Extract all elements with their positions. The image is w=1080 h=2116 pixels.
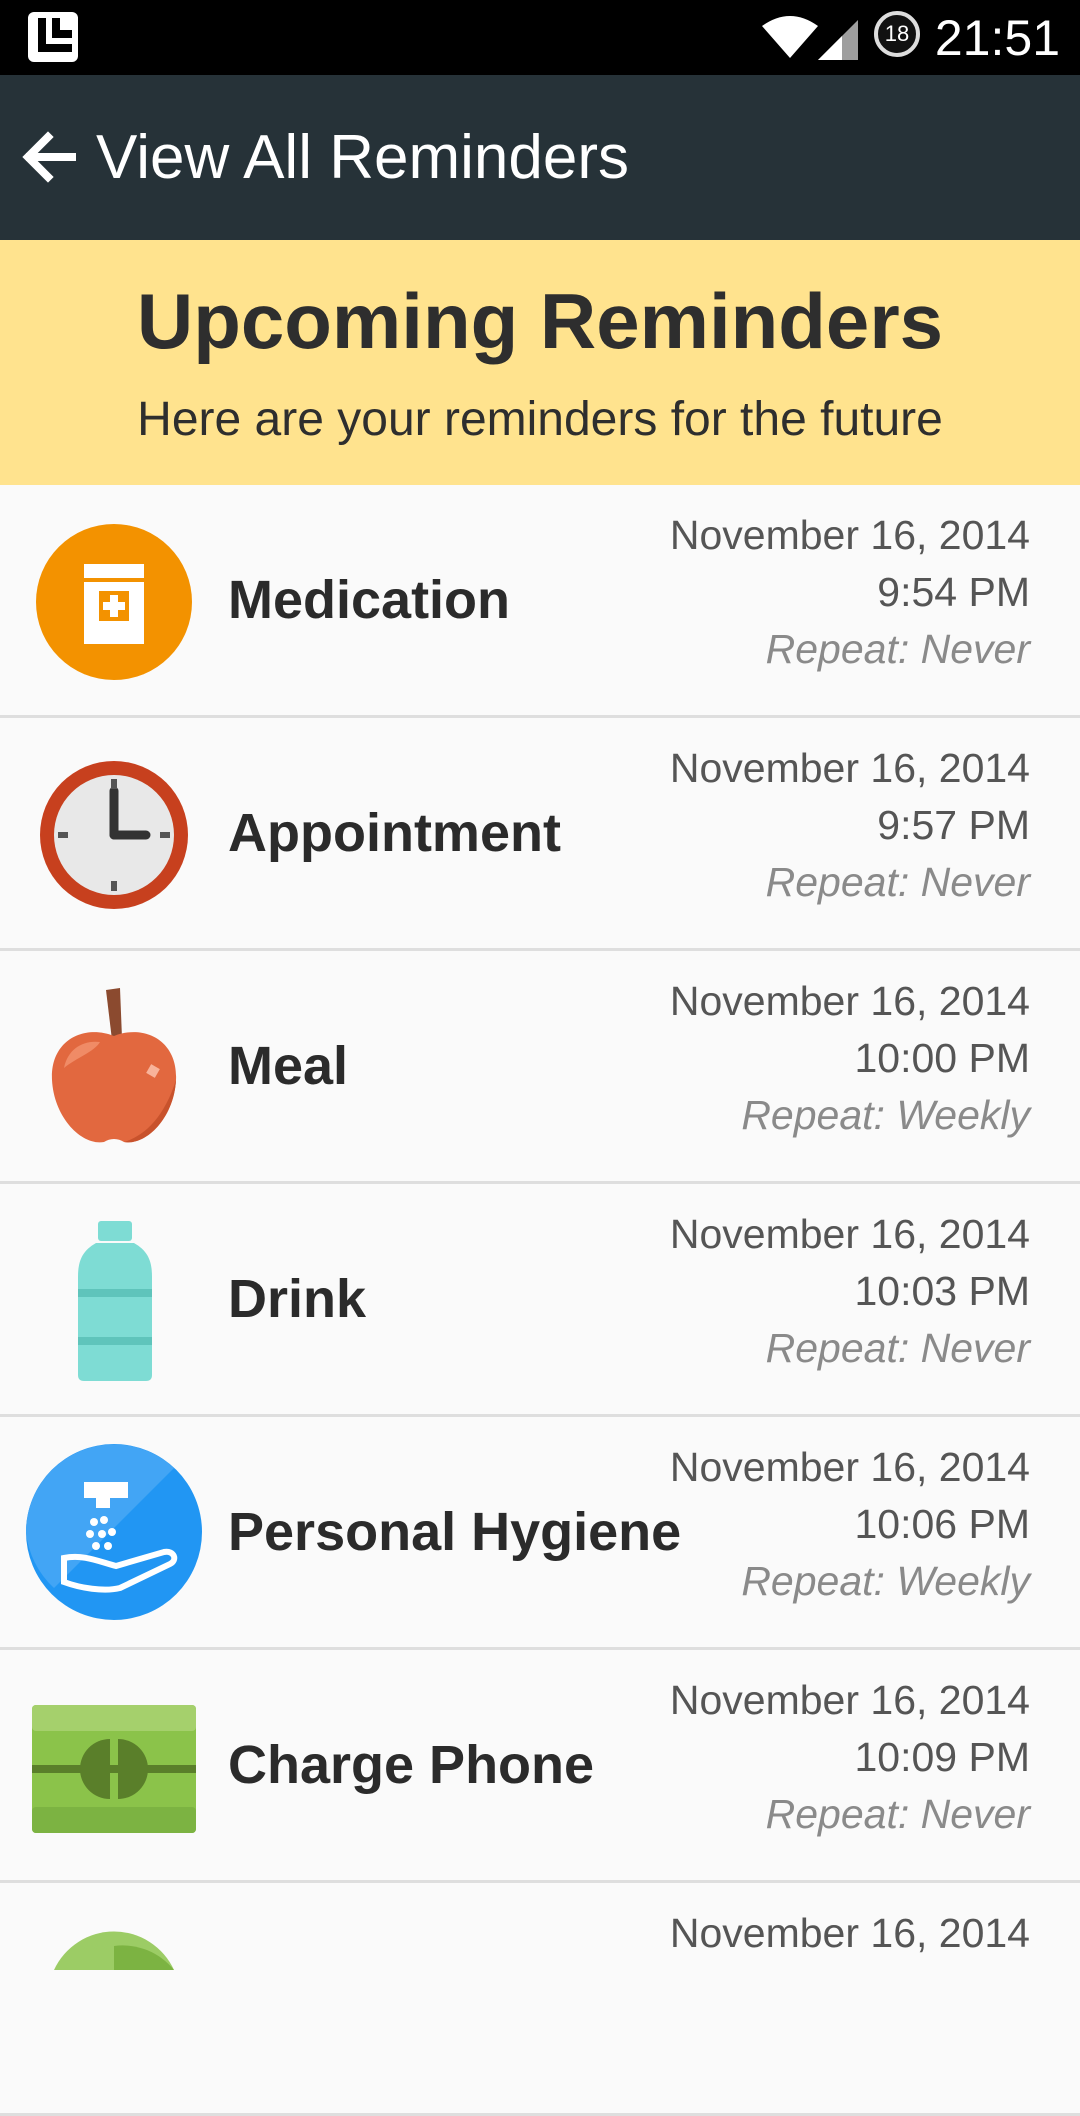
app-bar: View All Reminders [0, 75, 1080, 240]
hand-washing-icon [24, 1444, 204, 1620]
apple-icon [24, 988, 204, 1148]
reminder-row-charge-phone[interactable]: Charge Phone November 16, 2014 10:09 PM … [0, 1650, 1080, 1883]
reminder-time: 10:06 PM [854, 1501, 1031, 1547]
reminder-repeat: Repeat: Never [765, 1791, 1030, 1837]
water-bottle-icon [24, 1221, 204, 1381]
reminder-meta: November 16, 2014 9:54 PM Repeat: Never [670, 507, 1030, 678]
signal-icon [812, 18, 860, 62]
reminder-name: Charge Phone [228, 1735, 595, 1795]
reminder-time: 10:09 PM [854, 1734, 1031, 1780]
reminder-name: Appointment [228, 803, 561, 863]
reminder-meta: November 16, 2014 10:00 PM Repeat: Weekl… [670, 973, 1030, 1144]
reminder-row-appointment[interactable]: Appointment November 16, 2014 9:57 PM Re… [0, 718, 1080, 951]
upcoming-banner: Upcoming Reminders Here are your reminde… [0, 240, 1080, 485]
reminder-repeat: Repeat: Never [765, 859, 1030, 905]
reminder-row-personal-hygiene[interactable]: Personal Hygiene November 16, 2014 10:06… [0, 1417, 1080, 1650]
reminder-meta: November 16, 2014 [670, 1905, 1030, 1962]
banner-subheading: Here are your reminders for the future [137, 393, 943, 446]
reminder-repeat: Repeat: Never [765, 1325, 1030, 1371]
reminder-meta: November 16, 2014 10:03 PM Repeat: Never [670, 1206, 1030, 1377]
reminder-date: November 16, 2014 [669, 1677, 1030, 1723]
battery-plug-icon [24, 1687, 204, 1847]
reminder-row-medication[interactable]: Medication November 16, 2014 9:54 PM Rep… [0, 485, 1080, 718]
reminder-row-partial[interactable]: November 16, 2014 [0, 1883, 1080, 2116]
reminder-date: November 16, 2014 [669, 978, 1030, 1024]
partial-icon [24, 1920, 204, 2080]
notification-badge: 18 [874, 11, 920, 57]
reminder-date: November 16, 2014 [669, 745, 1030, 791]
reminder-date: November 16, 2014 [669, 512, 1030, 558]
reminder-name: Meal [228, 1036, 349, 1096]
reminder-repeat: Repeat: Never [765, 626, 1030, 672]
reminder-repeat: Repeat: Weekly [741, 1558, 1030, 1604]
app-icon [26, 10, 80, 64]
wifi-icon [760, 14, 820, 62]
status-bar: 18 21:51 [0, 0, 1080, 75]
reminder-name: Drink [228, 1269, 367, 1329]
reminder-meta: November 16, 2014 9:57 PM Repeat: Never [670, 740, 1030, 911]
reminder-name: Medication [228, 570, 511, 630]
banner-heading: Upcoming Reminders [136, 277, 944, 365]
medication-icon [24, 522, 204, 682]
reminder-repeat: Repeat: Weekly [741, 1092, 1030, 1138]
status-clock: 21:51 [934, 10, 1060, 66]
back-button[interactable] [12, 120, 86, 194]
reminder-row-meal[interactable]: Meal November 16, 2014 10:00 PM Repeat: … [0, 951, 1080, 1184]
reminder-meta: November 16, 2014 10:09 PM Repeat: Never [670, 1672, 1030, 1843]
reminder-name: Personal Hygiene [228, 1502, 682, 1562]
reminder-time: 10:03 PM [854, 1268, 1031, 1314]
reminder-time: 9:54 PM [877, 569, 1030, 615]
reminder-meta: November 16, 2014 10:06 PM Repeat: Weekl… [670, 1439, 1030, 1610]
reminder-date: November 16, 2014 [669, 1211, 1030, 1257]
reminder-time: 10:00 PM [854, 1035, 1031, 1081]
arrow-left-icon [22, 131, 76, 183]
clock-icon [24, 755, 204, 915]
reminder-date: November 16, 2014 [669, 1910, 1030, 1956]
reminder-time: 9:57 PM [877, 802, 1030, 848]
page-title: View All Reminders [96, 123, 629, 192]
reminder-date: November 16, 2014 [669, 1444, 1030, 1490]
reminder-row-drink[interactable]: Drink November 16, 2014 10:03 PM Repeat:… [0, 1184, 1080, 1417]
